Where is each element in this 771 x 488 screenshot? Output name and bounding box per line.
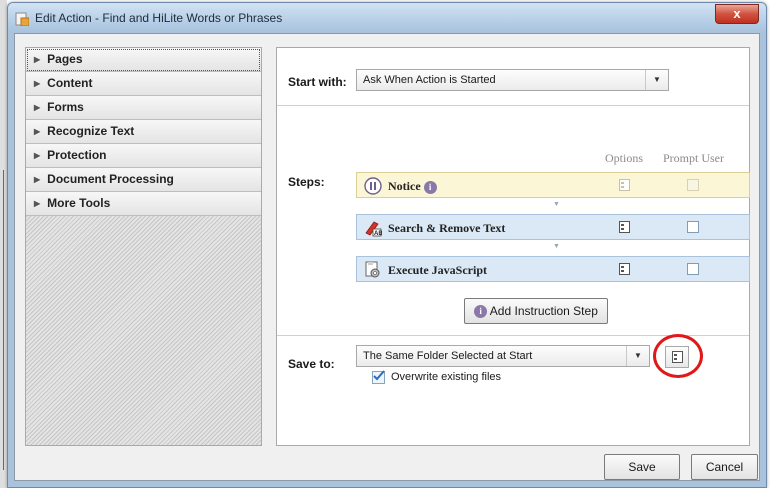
nav-item-label: Pages [47,52,83,66]
annotation-circle [653,334,703,378]
nav-item-label: Protection [47,148,107,162]
nav-item-label: Forms [47,100,84,114]
start-with-value: Ask When Action is Started [363,74,496,86]
edit-action-dialog: Edit Action - Find and HiLite Words or P… [7,2,767,488]
step-label: Search & Remove Text [388,221,506,235]
prompt-user-checkbox[interactable] [687,263,699,275]
background-line [3,170,4,470]
save-to-label: Save to: [288,357,335,371]
nav-item-content[interactable]: ▶ Content [26,72,261,96]
step-label-text: Notice [388,179,421,193]
step-options-icon [619,179,630,191]
step-label: Execute JavaScript [388,263,487,277]
expand-arrow-icon: ▶ [34,199,41,208]
overwrite-checkbox[interactable] [372,370,385,384]
save-to-dropdown[interactable]: The Same Folder Selected at Start ▼ [356,345,650,367]
chevron-down-icon[interactable]: ▼ [626,346,649,366]
checkmark-icon [373,370,385,381]
pause-icon [364,177,382,195]
prompt-user-checkbox[interactable] [687,221,699,233]
tools-panel: ▶ Pages ▶ Content ▶ Forms ▶ Recognize Text ▶… [25,47,262,446]
options-column-header: Options [605,151,644,165]
save-to-value: The Same Folder Selected at Start [363,350,533,362]
step-label: Notice i [388,179,437,194]
step-options-icon[interactable] [619,263,630,275]
expand-arrow-icon: ▶ [34,175,41,184]
expand-arrow-icon: ▶ [34,103,41,112]
title-bar[interactable]: Edit Action - Find and HiLite Words or P… [8,3,766,33]
action-settings-panel: Start with: Ask When Action is Started ▼… [276,47,750,446]
info-icon: i [474,305,488,319]
close-button[interactable]: x [715,4,759,24]
start-with-dropdown[interactable]: Ask When Action is Started ▼ [356,69,669,91]
cancel-button[interactable]: Cancel [691,454,758,480]
step-row-execute-javascript[interactable]: Execute JavaScript [356,256,750,282]
nav-item-recognize-text[interactable]: ▶ Recognize Text [26,120,261,144]
add-instruction-step-label: Add Instruction Step [489,304,598,318]
chevron-down-icon[interactable]: ▼ [645,70,668,90]
step-options-icon[interactable] [619,221,630,233]
add-instruction-step-button[interactable]: i Add Instruction Step [464,298,608,324]
step-connector-arrow-icon: ▼ [553,201,560,208]
nav-item-document-processing[interactable]: ▶ Document Processing [26,168,261,192]
info-icon[interactable]: i [423,180,437,194]
start-with-label: Start with: [288,75,347,89]
expand-arrow-icon: ▶ [34,127,41,136]
divider [277,105,749,106]
nav-item-label: More Tools [47,196,111,210]
redact-icon: AB [365,221,382,237]
dialog-body: ▶ Pages ▶ Content ▶ Forms ▶ Recognize Text ▶… [14,33,760,481]
step-row-search-remove-text[interactable]: AB Search & Remove Text [356,214,750,240]
overwrite-label[interactable]: Overwrite existing files [391,371,501,383]
nav-item-label: Document Processing [47,172,174,186]
nav-item-pages[interactable]: ▶ Pages [26,48,261,72]
app-icon [15,12,29,26]
prompt-user-column-header: Prompt User [663,151,724,165]
expand-arrow-icon: ▶ [34,55,41,64]
nav-item-label: Content [47,76,93,90]
expand-arrow-icon: ▶ [34,79,41,88]
nav-item-more-tools[interactable]: ▶ More Tools [26,192,261,216]
nav-item-protection[interactable]: ▶ Protection [26,144,261,168]
nav-item-forms[interactable]: ▶ Forms [26,96,261,120]
step-row-notice[interactable]: Notice i [356,172,750,198]
window-title: Edit Action - Find and HiLite Words or P… [35,11,283,25]
expand-arrow-icon: ▶ [34,151,41,160]
step-connector-arrow-icon: ▼ [553,243,560,250]
background-strip [0,0,7,488]
prompt-user-checkbox [687,179,699,191]
save-button[interactable]: Save [604,454,680,480]
steps-label: Steps: [288,175,325,189]
svg-text:AB: AB [374,231,382,237]
nav-item-label: Recognize Text [47,124,135,138]
javascript-gear-icon [365,261,380,278]
